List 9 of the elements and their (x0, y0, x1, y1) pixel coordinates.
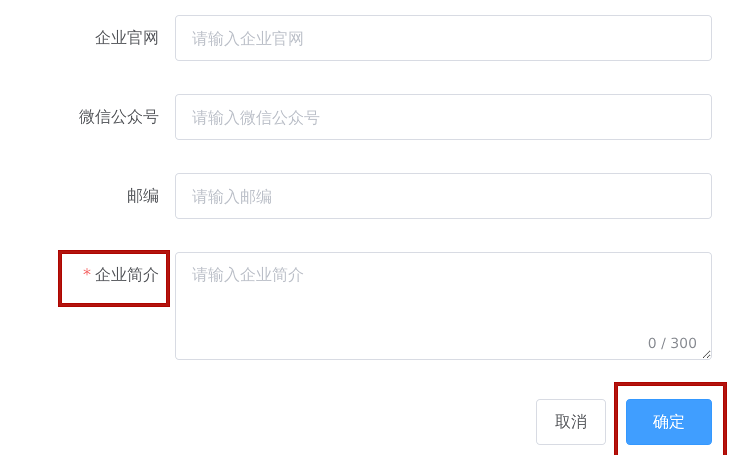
required-asterisk: * (83, 264, 91, 286)
cancel-button[interactable]: 取消 (536, 399, 606, 445)
field-label: 微信公众号 (79, 106, 159, 128)
field-label: 企业简介 (95, 264, 159, 286)
input-field[interactable]: 请输入邮编 (175, 173, 712, 219)
input-field[interactable]: 请输入企业官网 (175, 15, 712, 61)
field-label: 企业官网 (95, 27, 159, 49)
input-field[interactable]: 请输入微信公众号 (175, 94, 712, 140)
field-label: 邮编 (127, 185, 159, 207)
